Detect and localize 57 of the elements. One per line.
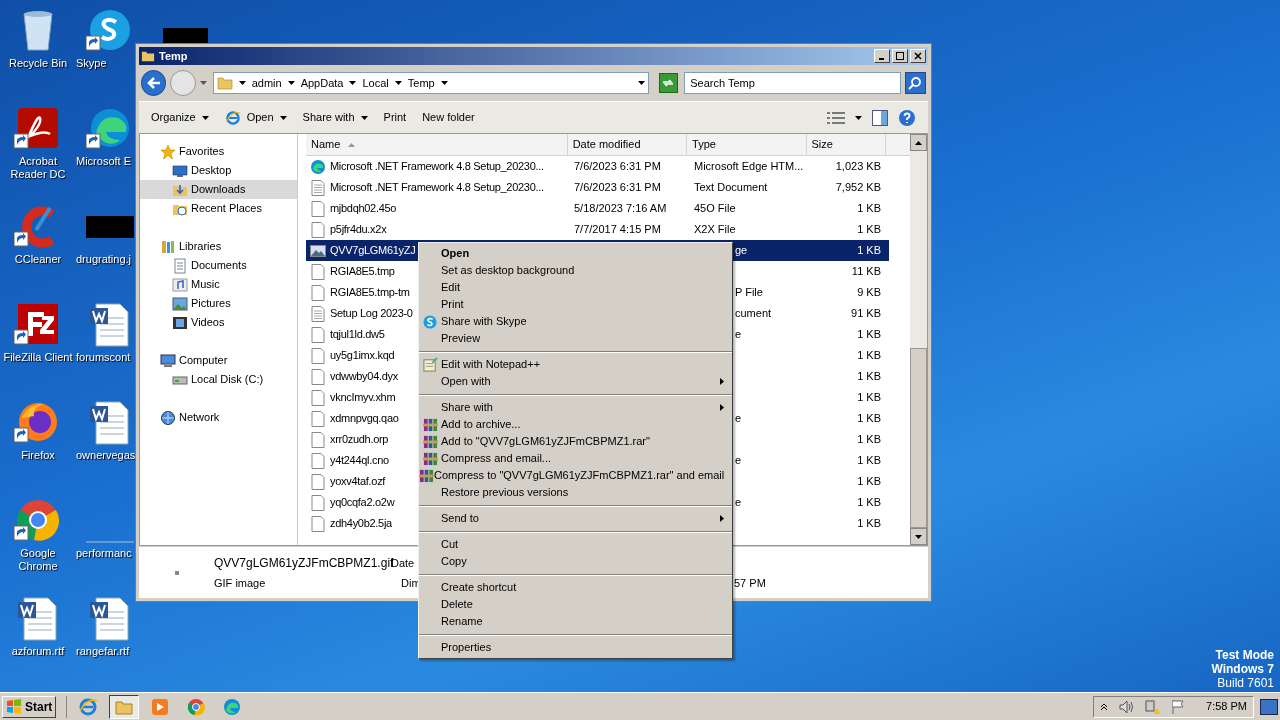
file-size: 1 KB bbox=[857, 223, 881, 236]
watermark-text: Windows 7 bbox=[1211, 662, 1274, 676]
file-name: yoxv4taf.ozf bbox=[330, 474, 386, 490]
file-size: 1 KB bbox=[857, 433, 881, 446]
file-date: 7/6/2023 6:31 PM bbox=[574, 181, 661, 194]
file-size: 1 KB bbox=[857, 454, 881, 467]
file-name: uy5g1imx.kqd bbox=[330, 348, 395, 364]
file-size: 1 KB bbox=[857, 517, 881, 530]
file-type: e bbox=[735, 454, 742, 467]
watermark-text: Build 7601 bbox=[1217, 676, 1274, 690]
file-name: tqjul1ld.dw5 bbox=[330, 327, 385, 343]
file-date: 7/6/2023 6:31 PM bbox=[574, 160, 661, 173]
file-size: 1 KB bbox=[857, 349, 881, 362]
file-type: X2X File bbox=[694, 223, 736, 236]
details-value: 57 PM bbox=[734, 575, 766, 590]
file-type: P File bbox=[735, 286, 763, 299]
file-name: RGIA8E5.tmp bbox=[330, 264, 395, 280]
file-size: 7,952 KB bbox=[835, 181, 881, 194]
file-size: 1 KB bbox=[857, 412, 881, 425]
file-size: 11 KB bbox=[851, 265, 881, 278]
file-type: Text Document bbox=[694, 181, 768, 194]
details-file-type: GIF image bbox=[214, 575, 266, 590]
file-name: mjbdqh02.45o bbox=[330, 201, 397, 217]
file-name: p5jfr4du.x2x bbox=[330, 222, 387, 238]
watermark-text: Test Mode bbox=[1215, 648, 1274, 662]
file-type: e bbox=[735, 328, 742, 341]
file-type: Microsoft Edge HTM... bbox=[694, 160, 804, 173]
file-name: xrr0zudh.orp bbox=[330, 432, 389, 448]
file-type: ge bbox=[735, 244, 748, 257]
file-name: zdh4y0b2.5ja bbox=[330, 516, 392, 532]
file-type: 45O File bbox=[694, 202, 736, 215]
file-size: 1 KB bbox=[857, 244, 881, 257]
file-name: vkncImyv.xhm bbox=[330, 390, 396, 406]
file-size: 1 KB bbox=[857, 328, 881, 341]
file-name: Setup Log 2023-0 bbox=[330, 306, 413, 322]
file-size: 1,023 KB bbox=[835, 160, 881, 173]
file-type: e bbox=[735, 496, 742, 509]
file-name: Microsoft .NET Framework 4.8 Setup_20230... bbox=[330, 159, 544, 175]
file-type: e bbox=[735, 412, 742, 425]
file-date: 7/7/2017 4:15 PM bbox=[574, 223, 661, 236]
file-size: 1 KB bbox=[857, 370, 881, 383]
window-title: Temp bbox=[159, 48, 188, 64]
file-size: 1 KB bbox=[857, 202, 881, 215]
file-name: xdmnpvgq.qao bbox=[330, 411, 399, 427]
file-size: 1 KB bbox=[857, 496, 881, 509]
file-name: vdwwby04.dyx bbox=[330, 369, 398, 385]
file-date: 5/18/2023 7:16 AM bbox=[574, 202, 667, 215]
file-name: QVV7gLGM61yZJ bbox=[330, 243, 416, 259]
file-size: 9 KB bbox=[857, 286, 881, 299]
file-size: 91 KB bbox=[851, 307, 881, 320]
file-name: Microsoft .NET Framework 4.8 Setup_20230... bbox=[330, 180, 544, 196]
file-name: RGIA8E5.tmp-tm bbox=[330, 285, 410, 301]
file-size: 1 KB bbox=[857, 475, 881, 488]
file-type: cument bbox=[735, 307, 772, 320]
file-name: yq0cqfa2.o2w bbox=[330, 495, 395, 511]
file-size: 1 KB bbox=[857, 391, 881, 404]
file-name: y4t244ql.cno bbox=[330, 453, 389, 469]
